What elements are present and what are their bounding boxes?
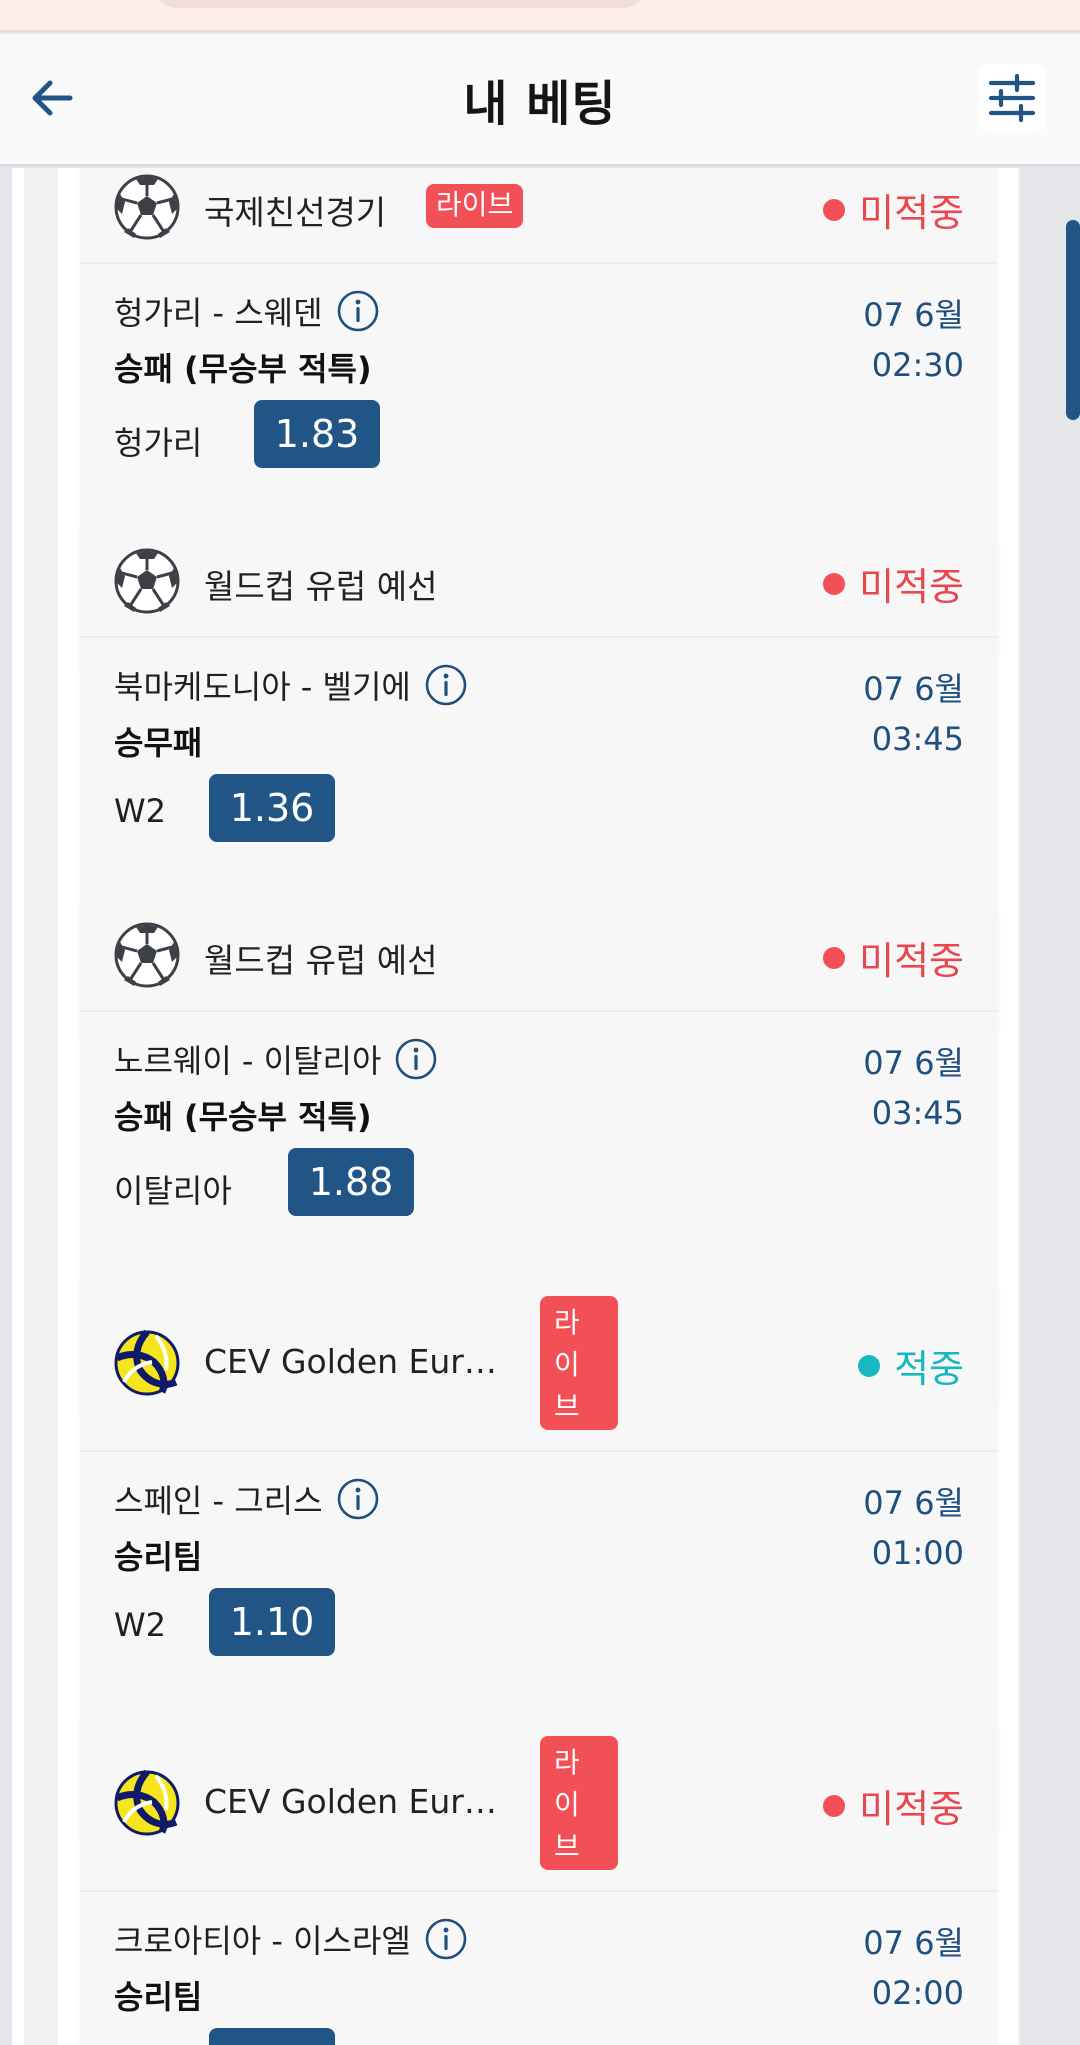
- info-icon[interactable]: [337, 290, 379, 332]
- status-dot-icon: [823, 1794, 846, 1817]
- filter-button[interactable]: [978, 64, 1046, 132]
- soccer-ball-icon: [114, 548, 180, 614]
- match-name-row: 북마케도니아 - 벨기에: [114, 662, 467, 708]
- bet-card-header: CEV Golden Eur… 라 이 브 미적중: [80, 1712, 998, 1892]
- match-date: 07 6월: [863, 670, 964, 708]
- bet-card-header: CEV Golden Eur… 라 이 브 적중: [80, 1272, 998, 1452]
- live-badge: 라이브: [426, 184, 524, 228]
- league-name: 국제친선경기: [204, 193, 387, 232]
- match-name: 스페인 - 그리스: [114, 1482, 323, 1520]
- live-badge: 라 이 브: [540, 1296, 618, 1430]
- match-name-row: 스페인 - 그리스: [114, 1476, 379, 1522]
- bet-status: 미적중: [823, 556, 964, 611]
- league-name: CEV Golden Eur…: [204, 1342, 497, 1381]
- scrollbar-track[interactable]: [1060, 168, 1080, 2045]
- match-date: 07 6월: [863, 1484, 964, 1522]
- market-name: 승리팀: [114, 1538, 203, 1576]
- bet-status: 미적중: [823, 182, 964, 237]
- match-time: 01:00: [871, 1534, 964, 1572]
- bet-card-header: 국제친선경기 라이브 미적중: [80, 168, 998, 264]
- market-name: 승패 (무승부 적특): [114, 350, 372, 388]
- market-name: 승패 (무승부 적특): [114, 1098, 372, 1136]
- match-name-row: 헝가리 - 스웨덴: [114, 288, 379, 334]
- status-label: 미적중: [859, 565, 964, 609]
- match-date: 07 6월: [863, 296, 964, 334]
- match-name: 크로아티아 - 이스라엘: [114, 1922, 411, 1960]
- status-pill: [150, 0, 650, 8]
- volleyball-icon: [114, 1330, 180, 1396]
- bet-status: 미적중: [823, 930, 964, 985]
- match-name: 노르웨이 - 이탈리아: [114, 1042, 382, 1080]
- bet-card-header: 월드컵 유럽 예선 미적중: [80, 898, 998, 1012]
- status-dot-icon: [858, 1354, 881, 1377]
- soccer-ball-icon: [114, 922, 180, 988]
- page-title: 내 베팅: [463, 76, 617, 132]
- bet-list[interactable]: 국제친선경기 라이브 미적중 헝가리 - 스웨덴 07 6월 승패 (무승부 적…: [12, 168, 1020, 2045]
- league-name: 월드컵 유럽 예선: [204, 567, 438, 606]
- match-time: 03:45: [871, 1094, 964, 1132]
- status-label: 미적중: [859, 191, 964, 235]
- status-label: 적중: [894, 1347, 964, 1391]
- league-name: 월드컵 유럽 예선: [204, 941, 438, 980]
- bet-status: 적중: [858, 1338, 964, 1393]
- match-name: 북마케도니아 - 벨기에: [114, 668, 411, 706]
- scrollbar-thumb[interactable]: [1066, 220, 1080, 420]
- info-icon[interactable]: [337, 1478, 379, 1520]
- match-name-row: 노르웨이 - 이탈리아: [114, 1036, 437, 1082]
- selection: W2: [114, 1606, 166, 1644]
- match-date: 07 6월: [863, 1924, 964, 1962]
- match-time: 02:00: [871, 1974, 964, 2012]
- bet-status: 미적중: [823, 1778, 964, 1833]
- volleyball-icon: [114, 1770, 180, 1836]
- odds-badge: 1.10: [209, 1588, 335, 1656]
- odds-badge: 1.83: [254, 400, 380, 468]
- info-icon[interactable]: [425, 1918, 467, 1960]
- status-label: 미적중: [859, 939, 964, 983]
- live-badge: 라 이 브: [540, 1736, 618, 1870]
- match-name-row: 크로아티아 - 이스라엘: [114, 1916, 467, 1962]
- status-strip: [0, 0, 1080, 32]
- match-date: 07 6월: [863, 1044, 964, 1082]
- odds-badge: 1.88: [288, 1148, 414, 1216]
- info-icon[interactable]: [425, 664, 467, 706]
- odds-badge: [209, 2028, 335, 2045]
- match-name: 헝가리 - 스웨덴: [114, 294, 323, 332]
- status-dot-icon: [823, 946, 846, 969]
- status-dot-icon: [823, 198, 846, 221]
- selection: W2: [114, 792, 166, 830]
- app-bar: 내 베팅: [0, 34, 1080, 166]
- bet-card[interactable]: CEV Golden Eur… 라 이 브 미적중 크로아티아 - 이스라엘 0…: [80, 1712, 998, 2045]
- match-time: 02:30: [871, 346, 964, 384]
- sliders-icon: [988, 73, 1036, 123]
- status-label: 미적중: [859, 1787, 964, 1831]
- league-name: CEV Golden Eur…: [204, 1782, 497, 1821]
- bet-card-header: 월드컵 유럽 예선 미적중: [80, 524, 998, 638]
- selection: 헝가리: [114, 424, 203, 462]
- info-icon[interactable]: [395, 1038, 437, 1080]
- market-name: 승무패: [114, 724, 203, 762]
- match-time: 03:45: [871, 720, 964, 758]
- soccer-ball-icon: [114, 174, 180, 240]
- market-name: 승리팀: [114, 1978, 203, 2016]
- status-dot-icon: [823, 572, 846, 595]
- selection: 이탈리아: [114, 1172, 232, 1210]
- odds-badge: 1.36: [209, 774, 335, 842]
